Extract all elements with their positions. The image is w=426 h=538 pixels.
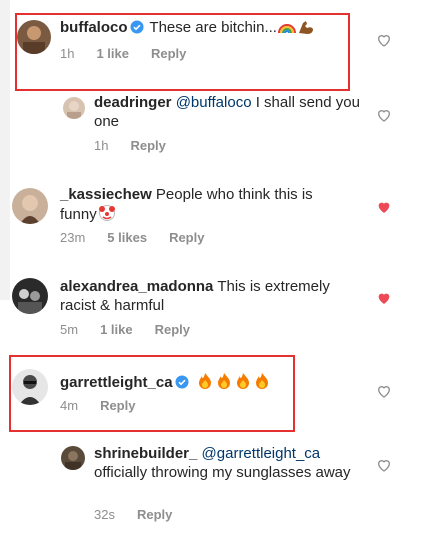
comment-buffaloco: buffaloco These are bitchin... 1h 1 like R… [0, 0, 426, 95]
reply-button[interactable]: Reply [151, 46, 186, 61]
heart-filled-icon[interactable] [376, 290, 392, 306]
verified-badge-icon [175, 375, 189, 394]
comment-text: These are bitchin... [149, 19, 277, 36]
heart-outline-icon[interactable] [376, 107, 392, 123]
username-link[interactable]: buffaloco [60, 19, 128, 36]
comment-body: shrinebuilder_ @garrettleight_ca officia… [94, 444, 364, 482]
verified-badge-icon [130, 20, 144, 39]
reply-button[interactable]: Reply [137, 507, 172, 522]
username-link[interactable]: alexandrea_madonna [60, 278, 213, 295]
timestamp: 4m [60, 398, 79, 413]
username-link[interactable]: _kassiechew [60, 186, 152, 203]
likes-count[interactable]: 5 likes [107, 230, 147, 245]
username-link[interactable]: deadringer [94, 94, 172, 111]
likes-count[interactable]: 1 like [100, 322, 133, 337]
timestamp: 32s [94, 507, 115, 522]
avatar[interactable] [63, 97, 85, 119]
comment-body: buffaloco These are bitchin... [60, 18, 360, 40]
avatar[interactable] [12, 278, 48, 314]
comment-meta: 1h 1 like Reply [60, 46, 208, 61]
fire-icon [196, 372, 214, 395]
comment-deadringer: deadringer @buffaloco I shall send you o… [0, 93, 426, 175]
comment-text: officially throwing my sunglasses away [94, 464, 351, 481]
likes-count[interactable]: 1 like [96, 46, 129, 61]
heart-outline-icon[interactable] [376, 32, 392, 48]
comment-body: deadringer @buffaloco I shall send you o… [94, 93, 364, 131]
username-link[interactable]: garrettleight_ca [60, 374, 173, 391]
heart-outline-icon[interactable] [376, 457, 392, 473]
username-link[interactable]: shrinebuilder_ [94, 445, 197, 462]
fire-icon [234, 372, 252, 395]
comment-meta: 23m 5 likes Reply [60, 230, 226, 245]
reply-button[interactable]: Reply [169, 230, 204, 245]
comment-kassiechew: _kassiechew People who think this is fun… [0, 175, 426, 265]
comment-body: alexandrea_madonna This is extremely rac… [60, 277, 360, 315]
heart-filled-icon[interactable] [376, 199, 392, 215]
avatar[interactable] [12, 188, 48, 224]
comment-body: _kassiechew People who think this is fun… [60, 185, 350, 227]
comment-body: garrettleight_ca [60, 372, 360, 395]
mention-link[interactable]: @buffaloco [176, 94, 252, 111]
comment-shrinebuilder: shrinebuilder_ @garrettleight_ca officia… [0, 440, 426, 538]
avatar[interactable] [12, 369, 48, 405]
comment-meta: 32s Reply [94, 507, 194, 522]
comment-meta: 1h Reply [94, 138, 188, 153]
fire-icon [215, 372, 233, 395]
reply-button[interactable]: Reply [100, 398, 135, 413]
rainbow-icon [277, 19, 296, 40]
timestamp: 1h [94, 138, 109, 153]
reply-button[interactable]: Reply [130, 138, 165, 153]
avatar[interactable] [61, 446, 85, 470]
heart-outline-icon[interactable] [376, 383, 392, 399]
comment-meta: 4m Reply [60, 398, 157, 413]
fire-icon [253, 372, 271, 395]
timestamp: 23m [60, 230, 86, 245]
mention-link[interactable]: @garrettleight_ca [202, 445, 321, 462]
flexed-biceps-icon [297, 19, 315, 40]
comment-garrettleight-ca: garrettleight_ca 4m Reply [0, 355, 426, 440]
timestamp: 1h [60, 46, 75, 61]
clown-face-icon [98, 204, 116, 227]
comment-meta: 5m 1 like Reply [60, 322, 212, 337]
comment-alexandrea-madonna: alexandrea_madonna This is extremely rac… [0, 265, 426, 355]
avatar[interactable] [17, 20, 51, 54]
timestamp: 5m [60, 322, 79, 337]
reply-button[interactable]: Reply [155, 322, 190, 337]
